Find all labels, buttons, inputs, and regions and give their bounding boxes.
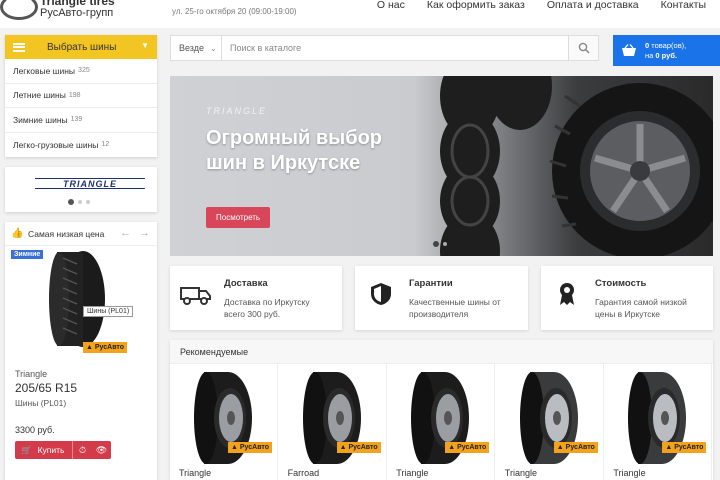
feature-title: Гарантии — [409, 278, 453, 289]
banner-dot[interactable] — [433, 241, 439, 247]
seller-tag: ▲ РусАвто — [228, 442, 273, 453]
catalog-item-label: Легко-грузовые шины — [13, 139, 99, 150]
thumbs-up-icon: 👍 — [11, 227, 24, 239]
carousel-dot[interactable] — [78, 200, 82, 204]
feature-title: Доставка — [224, 278, 268, 289]
seller-tag: ▲ РусАвто — [553, 442, 598, 453]
tire-image[interactable] — [47, 250, 105, 348]
deal-title: Самая низкая цена — [28, 228, 105, 239]
store-address: ул. 25-го октября 20 (09:00-19:00) — [172, 7, 297, 16]
nav-about[interactable]: О нас — [377, 0, 405, 11]
award-icon — [560, 283, 574, 305]
brand-carousel: TRIANGLE — [5, 167, 157, 212]
catalog-item-passenger[interactable]: Легковые шины 325 — [5, 59, 157, 84]
recommended-section: Рекомендуемые ▲ РусАвто Triangle ▲ РусАвто… — [170, 340, 713, 480]
catalog-item-label: Летние шины — [13, 90, 66, 101]
chevron-down-icon: ⌄ — [210, 43, 217, 53]
cart-button[interactable]: 0 товар(ов), на 0 руб. — [613, 35, 720, 66]
seller-tag: ▲ РусАвто — [445, 442, 490, 453]
deal-model: Шины (PL01) — [15, 398, 67, 408]
banner-watermark: TRIANGLE — [206, 106, 268, 116]
truck-icon — [180, 287, 211, 305]
buy-label: Купить — [37, 445, 65, 455]
deal-brand: Triangle — [15, 369, 48, 379]
search-button[interactable] — [568, 36, 598, 60]
product-card[interactable]: ▲ РусАвто Triangle — [496, 364, 604, 480]
catalog-item-count: 139 — [70, 116, 83, 124]
product-tooltip: Шины (PL01) — [83, 306, 134, 317]
shield-icon — [371, 283, 391, 305]
menu-icon — [13, 42, 25, 52]
cart-icon: 🛒 — [21, 444, 32, 455]
deal-nav: ← → — [120, 227, 150, 239]
product-brand[interactable]: Triangle — [613, 468, 645, 478]
logo-icon[interactable] — [0, 0, 38, 20]
feature-description: Доставка по Иркутску всего 300 руб. — [224, 297, 310, 319]
product-card[interactable]: ▲ РусАвто Triangle — [604, 364, 713, 480]
triangle-brand-logo[interactable]: TRIANGLE — [35, 178, 145, 189]
deal-header: 👍 Самая низкая цена ← → — [5, 222, 157, 246]
banner-dots — [433, 241, 447, 247]
arrow-left-icon[interactable]: ← — [120, 227, 131, 239]
feature-price: Стоимость Гарантия самой низкой цены в Ир… — [541, 266, 713, 330]
buy-button[interactable]: 🛒 Купить — [15, 441, 73, 459]
catalog-item-label: Зимние шины — [13, 114, 68, 125]
top-nav: О нас Как оформить заказ Оплата и достав… — [377, 0, 706, 11]
nav-how-to-order[interactable]: Как оформить заказ — [427, 0, 525, 11]
nav-payment-delivery[interactable]: Оплата и доставка — [547, 0, 639, 11]
nav-contacts[interactable]: Контакты — [661, 0, 706, 11]
carousel-dots — [68, 199, 90, 205]
cart-summary: 0 товар(ов), на 0 руб. — [645, 40, 687, 60]
winter-badge: Зимние — [11, 250, 44, 259]
feature-title: Стоимость — [595, 278, 647, 289]
logo-subtitle: РусАвто-групп — [40, 7, 114, 19]
seller-tag: ▲ РусАвто — [336, 442, 381, 453]
seller-tag: ▲ РусАвто — [83, 342, 128, 353]
catalog-menu: Выбрать шины ▼ Легковые шины 325 Летние ш… — [5, 35, 157, 157]
product-card[interactable]: ▲ РусАвто Farroad — [279, 364, 387, 480]
carousel-dot[interactable] — [86, 200, 90, 204]
product-brand[interactable]: Farroad — [288, 468, 320, 478]
catalog-item-count: 198 — [68, 91, 81, 99]
catalog-item-summer[interactable]: Летние шины 198 — [5, 84, 157, 108]
product-brand[interactable]: Triangle — [179, 468, 211, 478]
catalog-item-light-truck[interactable]: Легко-грузовые шины 12 — [5, 133, 157, 158]
catalog-item-count: 12 — [101, 141, 110, 149]
product-card[interactable]: ▲ РусАвто Triangle — [170, 364, 278, 480]
product-brand[interactable]: Triangle — [505, 468, 537, 478]
lowest-price-widget: 👍 Самая низкая цена ← → Зимние Шины (PL0… — [5, 222, 157, 480]
catalog-item-winter[interactable]: Зимние шины 139 — [5, 108, 157, 133]
feature-delivery: Доставка Доставка по Иркутску всего 300 р… — [170, 266, 342, 330]
catalog-item-count: 325 — [78, 67, 90, 75]
feature-description: Качественные шины от производителя — [409, 297, 501, 319]
search-scope-select[interactable]: Везде ⌄ — [171, 36, 222, 60]
deal-price: 3300 руб. — [15, 425, 55, 435]
arrow-right-icon[interactable]: → — [139, 227, 150, 239]
deal-size[interactable]: 205/65 R15 — [15, 381, 77, 395]
chevron-down-icon: ▼ — [141, 41, 149, 50]
hero-banner[interactable]: TRIANGLE Огромный выбор шин в Иркутске П… — [170, 76, 713, 256]
product-card[interactable]: ▲ РусАвто Triangle — [387, 364, 496, 480]
catalog-toggle-button[interactable]: Выбрать шины ▼ — [5, 35, 157, 59]
search-scope-label: Везде — [179, 43, 204, 53]
recommended-title: Рекомендуемые — [170, 340, 713, 364]
banner-view-button[interactable]: Посмотреть — [206, 207, 271, 228]
search-input[interactable] — [222, 36, 568, 60]
seller-tag: ▲ РусАвто — [662, 442, 707, 453]
basket-icon — [622, 43, 636, 56]
product-brand[interactable]: Triangle — [396, 468, 428, 478]
eye-icon[interactable]: 👁 — [92, 445, 111, 456]
catalog-button-label: Выбрать шины — [47, 41, 117, 53]
feature-guarantee: Гарантии Качественные шины от производите… — [355, 266, 528, 330]
catalog-item-label: Легковые шины — [13, 65, 76, 76]
search-icon — [578, 42, 590, 54]
feature-description: Гарантия самой низкой цены в Иркутске — [595, 297, 687, 319]
deal-actions: 🛒 Купить ⏱ 👁 — [15, 441, 111, 459]
banner-dot[interactable] — [443, 242, 447, 246]
banner-headline: Огромный выбор шин в Иркутске — [206, 127, 383, 174]
search-bar: Везде ⌄ — [170, 35, 599, 61]
carousel-dot[interactable] — [68, 199, 74, 205]
timer-icon[interactable]: ⏱ — [73, 445, 92, 456]
site-header: Triangle tires РусАвто-групп ул. 25-го о… — [0, 0, 720, 28]
